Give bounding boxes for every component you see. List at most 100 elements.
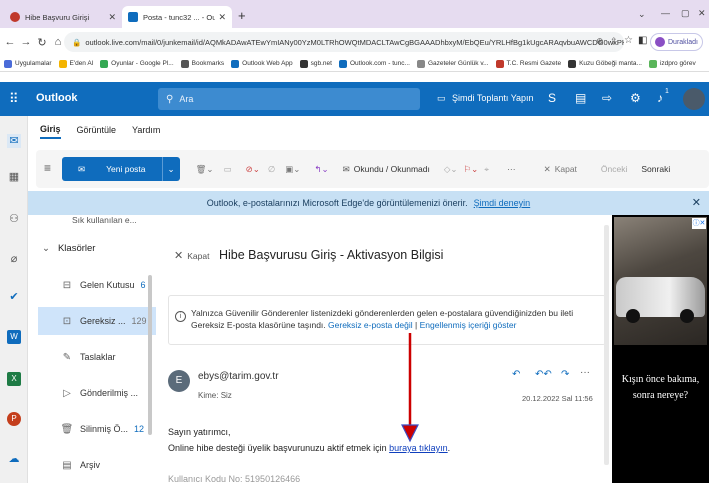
show-blocked-link[interactable]: Engellenmiş içeriği göster [420, 320, 517, 330]
sender-address[interactable]: ebys@tarim.gov.tr [198, 371, 279, 382]
video-icon[interactable]: ▭ [437, 93, 446, 104]
folder-item[interactable]: ▷ Gönderilmiş ... [38, 379, 156, 407]
star-icon[interactable]: ☆ [624, 35, 633, 46]
tag-icon[interactable]: ◇⌄ [444, 164, 458, 175]
calendar-icon[interactable]: ▦ [7, 170, 21, 184]
close-tab-icon[interactable]: ✕ [108, 12, 116, 23]
folder-item[interactable]: ⊟ Gelen Kutusu 6 [38, 271, 156, 299]
new-mail-button[interactable]: ✉ Yeni posta ⌄ [62, 157, 180, 181]
hamburger-menu-icon[interactable]: ≡ [44, 161, 51, 175]
minimize-button[interactable]: — [661, 8, 670, 18]
user-avatar[interactable] [683, 88, 705, 110]
archive-icon[interactable]: ▭ [224, 164, 232, 175]
report-icon[interactable]: ⊘⌄ [246, 164, 260, 175]
banner-try-link[interactable]: Şimdi deneyin [474, 198, 531, 208]
onedrive-icon[interactable]: ☁ [7, 452, 21, 466]
new-mail-dropdown-icon[interactable]: ⌄ [161, 157, 180, 181]
reading-scrollbar[interactable] [604, 225, 609, 465]
zoom-icon[interactable]: ⊕ [596, 36, 604, 47]
skype-icon[interactable]: S [548, 91, 556, 105]
forward-icon[interactable]: ↷ [561, 369, 569, 380]
folders-section-header[interactable]: ⌄ Klasörler [42, 243, 95, 254]
bookmark-label: sgb.net [310, 60, 332, 67]
bookmark-item[interactable]: Outlook.com - tunc... [338, 59, 410, 68]
not-junk-link[interactable]: Gereksiz e-posta değil [328, 320, 413, 330]
bookmark-item[interactable]: Oyunlar - Google Pl... [100, 59, 174, 68]
folder-item[interactable]: 🗑 Silinmiş Ö... 12 [38, 415, 156, 443]
powerpoint-icon[interactable]: P [7, 412, 21, 426]
more-options-button[interactable]: ··· [507, 164, 516, 174]
notification-bell-icon[interactable]: ♪ [657, 91, 663, 105]
tab-goruntule[interactable]: Görüntüle [77, 125, 117, 138]
ad-caption[interactable]: Kışın önce bakıma, sonra nereye? [616, 372, 705, 404]
bookmark-item[interactable]: Gazeteler Günlük v... [416, 59, 489, 68]
back-arrow-icon[interactable]: ← [2, 36, 18, 48]
share-icon[interactable]: ⇪ [610, 36, 618, 47]
close-tab-icon[interactable]: ✕ [218, 12, 226, 23]
reply-icon[interactable]: ↶ [512, 369, 520, 380]
wheel-shape [626, 309, 640, 323]
folder-item[interactable]: ⊡ Gereksiz ... 129 [38, 307, 156, 335]
forward-arrow-icon[interactable]: → [18, 36, 34, 48]
banner-close-icon[interactable]: ✕ [692, 196, 701, 209]
read-unread-button[interactable]: ✉ Okundu / Okunmadı [343, 164, 430, 175]
new-tab-button[interactable]: + [238, 8, 246, 23]
pin-icon[interactable]: ⌖ [484, 164, 489, 175]
sidebar-icon[interactable]: ◧ [638, 35, 647, 46]
app-launcher-icon[interactable]: ⠿ [9, 91, 19, 107]
previous-button[interactable]: Önceki [601, 164, 627, 174]
maximize-button[interactable]: ▢ [681, 8, 690, 19]
outlook-header: ⠿ Outlook ⚲ Ara ▭ Şimdi Toplantı Yapın S… [0, 82, 709, 116]
bookmark-item[interactable]: sgb.net [299, 59, 332, 68]
next-button[interactable]: Sonraki [641, 164, 670, 174]
bookmark-item[interactable]: E'den Al [58, 59, 93, 68]
search-box[interactable]: ⚲ Ara [158, 88, 420, 110]
reply-all-icon[interactable]: ↰⌄ [314, 164, 328, 175]
folder-item[interactable]: ▤ Arşiv [38, 451, 156, 479]
tab-search-button[interactable]: ⌄ [638, 9, 646, 20]
greeting: Sayın yatırımcı, [168, 427, 231, 437]
reply-all-icon[interactable]: ↶↶ [535, 369, 552, 380]
profile-button[interactable]: Durakladı [650, 33, 703, 51]
excel-icon[interactable]: X [7, 372, 21, 386]
bookmark-item[interactable]: izdpro görev [648, 59, 696, 68]
ad-choices-icon[interactable]: ⓘ✕ [692, 218, 706, 229]
ad-image[interactable] [614, 217, 707, 345]
bookmark-item[interactable]: Bookmarks [180, 59, 224, 68]
meet-now-button[interactable]: Şimdi Toplantı Yapın [452, 93, 534, 103]
url-field[interactable]: 🔒 outlook.live.com/mail/0/junkemail/id/A… [64, 32, 624, 52]
bookmark-item[interactable]: Uygulamalar [4, 59, 52, 68]
folder-scrollbar[interactable] [148, 275, 152, 435]
bookmark-item[interactable]: Kuzu Göbeği manta... [568, 59, 642, 68]
body-end: . [447, 443, 451, 453]
word-icon[interactable]: W [7, 330, 21, 344]
sweep-icon[interactable]: ∅ [268, 164, 275, 175]
activation-link[interactable]: buraya tıklayın [389, 443, 448, 453]
to-value: Siz [220, 391, 232, 400]
mail-icon[interactable]: ✉ [7, 134, 21, 148]
todo-check-icon[interactable]: ✔ [7, 290, 21, 304]
flag-icon[interactable]: ⚐⌄ [464, 164, 479, 175]
ad-caption-line1: Kışın önce bakıma, [621, 374, 700, 385]
folder-item[interactable]: ✎ Taslaklar [38, 343, 156, 371]
tab-outlook[interactable]: Posta - tunc32 ... - Outlook ✕ [122, 6, 232, 28]
tab-hibe[interactable]: Hibe Başvuru Girişi ✕ [4, 6, 122, 28]
tab-yardim[interactable]: Yardım [132, 125, 160, 138]
favorites-truncated[interactable]: Sık kullanılan e... [72, 215, 137, 225]
people-icon[interactable]: ⚇ [7, 212, 21, 226]
delete-icon[interactable]: 🗑⌄ [196, 164, 214, 175]
todo-icon[interactable]: ⇨ [602, 91, 612, 105]
new-mail-main[interactable]: ✉ Yeni posta [62, 157, 162, 181]
ribbon-close-button[interactable]: ✕ Kapat [544, 164, 577, 175]
move-icon[interactable]: ▣⌄ [285, 164, 300, 175]
onenote-icon[interactable]: ▤ [575, 91, 586, 105]
attachment-icon[interactable]: ⌀ [7, 252, 21, 266]
close-window-button[interactable]: ✕ [698, 8, 706, 19]
bookmark-item[interactable]: T.C. Resmi Gazete [495, 59, 561, 68]
tab-giris[interactable]: Giriş [40, 124, 61, 139]
reload-icon[interactable]: ↻ [34, 36, 50, 49]
settings-icon[interactable]: ⚙ [630, 91, 641, 105]
message-close-button[interactable]: ✕ Kapat [174, 249, 209, 262]
message-more-icon[interactable]: ··· [580, 367, 590, 378]
bookmark-item[interactable]: Outlook Web App [231, 59, 293, 68]
